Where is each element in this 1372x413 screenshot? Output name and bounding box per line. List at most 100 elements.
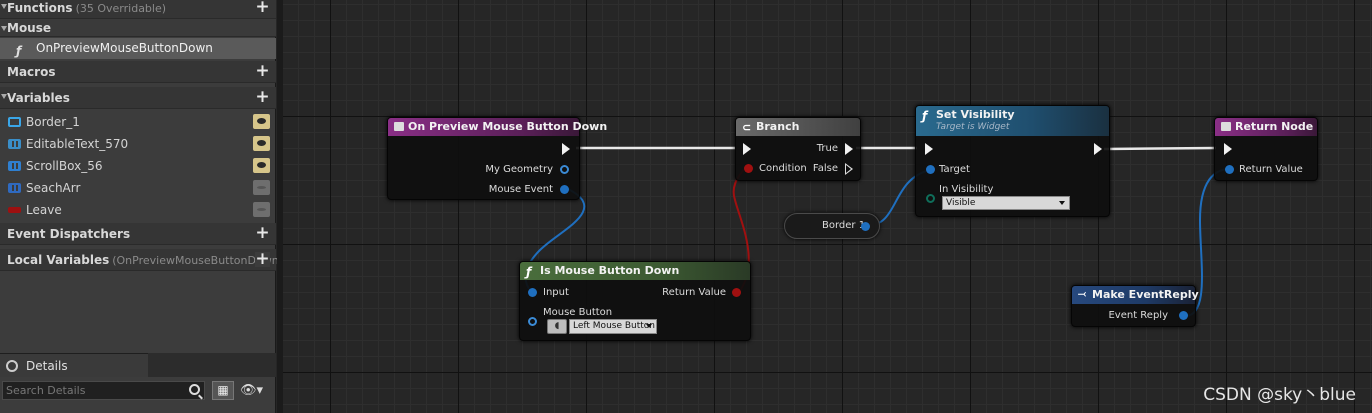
- mouse-event-pin[interactable]: [560, 185, 569, 194]
- search-placeholder: Search Details: [6, 384, 86, 397]
- exec-in-pin[interactable]: [925, 143, 933, 155]
- in-visibility-pin[interactable]: [926, 194, 935, 203]
- exec-out-pin[interactable]: [562, 143, 570, 155]
- node-title: Return Node: [1215, 118, 1317, 136]
- node-title: ƒ Set Visibility Target is Widget: [916, 106, 1109, 136]
- visibility-eye-icon[interactable]: [253, 158, 270, 173]
- return-value-pin[interactable]: [1225, 165, 1234, 174]
- details-icon: [6, 360, 18, 372]
- node-title-text: On Preview Mouse Button Down: [408, 120, 608, 133]
- visibility-eye-icon[interactable]: [253, 180, 270, 195]
- my-geometry-pin[interactable]: [560, 165, 569, 174]
- node-subtitle: Target is Widget: [936, 122, 1010, 132]
- node-on-preview-mouse-button-down[interactable]: On Preview Mouse Button Down My Geometry…: [387, 117, 607, 200]
- exec-in-pin[interactable]: [743, 143, 751, 155]
- branch-icon: ⊂: [742, 121, 752, 134]
- true-exec-pin[interactable]: [845, 143, 853, 155]
- search-icon[interactable]: [189, 384, 200, 395]
- pin-event-reply-label: Event Reply: [1108, 310, 1168, 321]
- pin-true-label: True: [816, 143, 838, 154]
- exec-out-pin[interactable]: [1094, 143, 1102, 155]
- visibility-eye-icon[interactable]: [253, 136, 270, 151]
- node-title: On Preview Mouse Button Down: [388, 118, 607, 136]
- details-tab-label: Details: [26, 359, 68, 373]
- border-var-out-pin[interactable]: [861, 222, 870, 231]
- variables-header[interactable]: Variables +: [0, 87, 276, 109]
- variable-item[interactable]: SeachArr: [0, 177, 276, 199]
- add-local-variable-icon[interactable]: +: [255, 251, 270, 268]
- variable-type-icon: [8, 117, 21, 127]
- variable-name: SeachArr: [26, 181, 81, 195]
- variable-item[interactable]: ScrollBox_56: [0, 155, 276, 177]
- variable-item[interactable]: EditableText_570: [0, 133, 276, 155]
- node-title: ƒ Is Mouse Button Down: [520, 262, 750, 280]
- function-icon: ƒ: [922, 109, 928, 123]
- mouse-category[interactable]: Mouse: [0, 19, 276, 37]
- visibility-eye-icon[interactable]: [253, 202, 270, 217]
- event-dispatchers-header[interactable]: Event Dispatchers +: [0, 223, 276, 245]
- make-struct-icon: ⤙: [1078, 289, 1086, 300]
- pin-input-label: Input: [543, 287, 569, 298]
- watermark: CSDN @sky丶blue: [1203, 385, 1356, 405]
- my-blueprint-panel: Functions (35 Overridable) + Mouse ƒ OnPr…: [0, 0, 279, 413]
- functions-override-count: (35 Overridable): [75, 2, 167, 15]
- node-set-visibility[interactable]: ƒ Set Visibility Target is Widget Target…: [915, 105, 1110, 217]
- input-pin[interactable]: [528, 288, 537, 297]
- border-var-label: Border 1: [822, 220, 866, 231]
- variable-type-icon: [8, 161, 21, 171]
- add-variable-icon[interactable]: +: [255, 89, 270, 106]
- pin-target-label: Target: [939, 164, 970, 175]
- node-title-text: Make EventReply: [1092, 288, 1199, 301]
- visibility-dropdown[interactable]: Visible: [942, 196, 1070, 210]
- local-variables-function: (OnPreviewMouseButtonDown: [112, 254, 279, 267]
- target-pin[interactable]: [926, 165, 935, 174]
- event-graph[interactable]: [277, 0, 1372, 413]
- function-item-onpreviewmousebuttondown[interactable]: ƒ OnPreviewMouseButtonDown: [0, 38, 276, 59]
- functions-header[interactable]: Functions (35 Overridable) +: [0, 0, 276, 19]
- pin-mouse-button-label: Mouse Button: [543, 307, 613, 318]
- event-dispatchers-label: Event Dispatchers: [7, 227, 131, 241]
- exec-in-pin[interactable]: [1224, 143, 1232, 155]
- node-border-1-getter[interactable]: Border 1: [784, 213, 880, 239]
- key-selector-icon[interactable]: ◖: [547, 319, 567, 334]
- collapse-arrow-icon[interactable]: [1, 4, 7, 9]
- mouse-button-pin[interactable]: [528, 317, 537, 326]
- property-matrix-icon[interactable]: ▦: [212, 381, 234, 400]
- view-options-icon[interactable]: 👁▾: [240, 383, 272, 399]
- add-function-icon[interactable]: +: [255, 0, 270, 16]
- variable-item[interactable]: Leave: [0, 199, 276, 221]
- local-variables-label: Local Variables: [7, 253, 110, 267]
- event-icon: [394, 122, 404, 131]
- pin-false-label: False: [812, 163, 838, 174]
- collapse-arrow-icon[interactable]: [1, 26, 7, 31]
- collapse-arrow-icon[interactable]: [1, 94, 7, 99]
- visibility-eye-icon[interactable]: [253, 114, 270, 129]
- variable-name: Border_1: [26, 115, 80, 129]
- variable-name: ScrollBox_56: [26, 159, 103, 173]
- return-value-pin[interactable]: [732, 288, 741, 297]
- add-macro-icon[interactable]: +: [255, 63, 270, 80]
- pin-return-value-label: Return Value: [662, 287, 726, 298]
- macros-header[interactable]: Macros +: [0, 61, 276, 83]
- node-is-mouse-button-down[interactable]: ƒ Is Mouse Button Down Input Return Valu…: [519, 261, 751, 341]
- variables-label: Variables: [7, 91, 70, 105]
- tab-strip: [148, 353, 276, 377]
- function-icon: ƒ: [16, 44, 22, 58]
- return-icon: [1221, 122, 1231, 131]
- condition-pin[interactable]: [744, 164, 753, 173]
- variable-item[interactable]: Border_1: [0, 111, 276, 133]
- node-return[interactable]: Return Node Return Value: [1214, 117, 1318, 181]
- variable-name: Leave: [26, 203, 62, 217]
- search-details-input[interactable]: Search Details: [2, 381, 205, 400]
- node-branch[interactable]: ⊂ Branch True Condition False: [735, 117, 861, 181]
- event-reply-pin[interactable]: [1179, 311, 1188, 320]
- add-event-dispatcher-icon[interactable]: +: [255, 225, 270, 242]
- node-make-event-reply[interactable]: ⤙ Make EventReply Event Reply: [1071, 285, 1199, 327]
- functions-label: Functions: [7, 1, 73, 15]
- pin-condition-label: Condition: [759, 163, 807, 174]
- node-title: ⊂ Branch: [736, 118, 860, 136]
- details-tab[interactable]: Details: [0, 353, 148, 377]
- local-variables-header[interactable]: Local Variables (OnPreviewMouseButtonDown…: [0, 249, 279, 271]
- mouse-button-dropdown[interactable]: Left Mouse Button: [569, 319, 657, 334]
- node-title: ⤙ Make EventReply: [1072, 286, 1199, 304]
